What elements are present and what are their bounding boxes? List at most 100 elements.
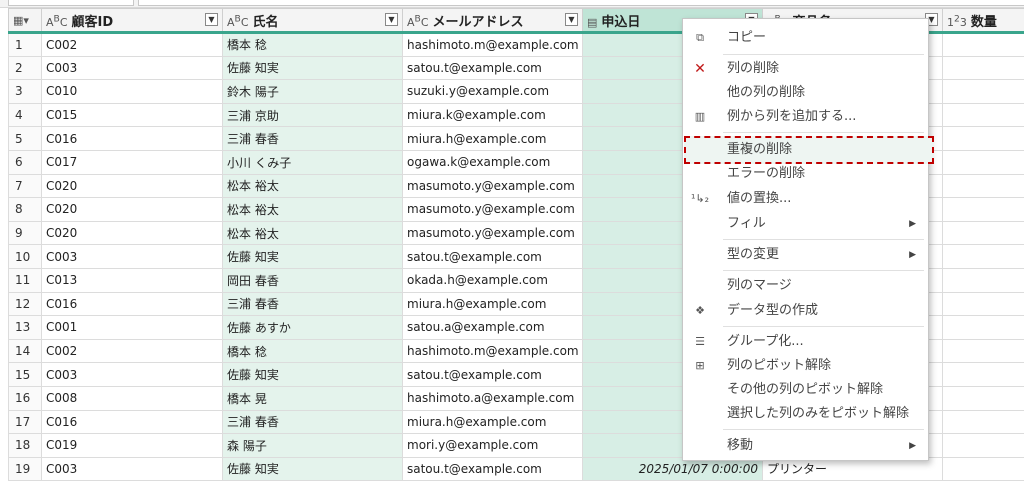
cell-name[interactable]: 佐藤 知実 bbox=[223, 457, 403, 481]
cell-customer-id[interactable]: C010 bbox=[42, 80, 223, 104]
cell-quantity[interactable] bbox=[943, 221, 1024, 245]
menu-item-remove-other-columns[interactable]: 他の列の削除 bbox=[683, 81, 928, 105]
cell-name[interactable]: 小川 くみ子 bbox=[223, 150, 403, 174]
menu-item-unpivot-other-columns[interactable]: その他の列のピボット解除 bbox=[683, 378, 928, 402]
row-number[interactable]: 9 bbox=[9, 221, 42, 245]
cell-customer-id[interactable]: C002 bbox=[42, 339, 223, 363]
cell-name[interactable]: 鈴木 陽子 bbox=[223, 80, 403, 104]
text-type-icon[interactable]: ABC bbox=[227, 16, 249, 29]
cell-quantity[interactable] bbox=[943, 292, 1024, 316]
row-number[interactable]: 6 bbox=[9, 150, 42, 174]
cell-quantity[interactable] bbox=[943, 316, 1024, 340]
cell-name[interactable]: 岡田 春香 bbox=[223, 268, 403, 292]
cell-name[interactable]: 三浦 京助 bbox=[223, 103, 403, 127]
cell-name[interactable]: 佐藤 あすか bbox=[223, 316, 403, 340]
cell-name[interactable]: 佐藤 知実 bbox=[223, 363, 403, 387]
cell-email[interactable]: hashimoto.m@example.com bbox=[403, 339, 583, 363]
menu-item-remove-errors[interactable]: エラーの削除 bbox=[683, 162, 928, 186]
menu-item-add-column-from-examples[interactable]: ▥例から列を追加する... bbox=[683, 105, 928, 129]
row-number[interactable]: 17 bbox=[9, 410, 42, 434]
cell-email[interactable]: satou.t@example.com bbox=[403, 363, 583, 387]
row-number[interactable]: 14 bbox=[9, 339, 42, 363]
cell-quantity[interactable] bbox=[943, 434, 1024, 458]
menu-item-merge-columns[interactable]: 列のマージ bbox=[683, 274, 928, 298]
table-corner-menu[interactable]: ▦▾ bbox=[9, 9, 42, 33]
cell-quantity[interactable] bbox=[943, 245, 1024, 269]
cell-customer-id[interactable]: C015 bbox=[42, 103, 223, 127]
cell-email[interactable]: okada.h@example.com bbox=[403, 268, 583, 292]
cell-quantity[interactable] bbox=[943, 410, 1024, 434]
cell-quantity[interactable] bbox=[943, 268, 1024, 292]
cell-name[interactable]: 橋本 稔 bbox=[223, 33, 403, 57]
menu-item-delete-column[interactable]: ✕列の削除 bbox=[683, 57, 928, 81]
cell-quantity[interactable] bbox=[943, 103, 1024, 127]
cell-quantity[interactable] bbox=[943, 457, 1024, 481]
column-header-email[interactable]: ABCメールアドレス▼ bbox=[403, 9, 583, 33]
filter-dropdown-icon[interactable]: ▼ bbox=[565, 13, 578, 26]
cell-email[interactable]: suzuki.y@example.com bbox=[403, 80, 583, 104]
row-number[interactable]: 1 bbox=[9, 33, 42, 57]
cell-quantity[interactable] bbox=[943, 339, 1024, 363]
row-number[interactable]: 5 bbox=[9, 127, 42, 151]
row-number[interactable]: 18 bbox=[9, 434, 42, 458]
cell-name[interactable]: 三浦 春香 bbox=[223, 410, 403, 434]
cell-customer-id[interactable]: C016 bbox=[42, 292, 223, 316]
cell-email[interactable]: masumoto.y@example.com bbox=[403, 174, 583, 198]
row-number[interactable]: 15 bbox=[9, 363, 42, 387]
menu-item-replace-values[interactable]: ¹↳₂値の置換... bbox=[683, 187, 928, 211]
cell-quantity[interactable] bbox=[943, 56, 1024, 80]
cell-email[interactable]: hashimoto.a@example.com bbox=[403, 386, 583, 410]
row-number[interactable]: 12 bbox=[9, 292, 42, 316]
text-type-icon[interactable]: ABC bbox=[46, 16, 68, 29]
menu-item-unpivot-columns[interactable]: ⊞列のピボット解除 bbox=[683, 354, 928, 378]
menu-item-copy[interactable]: ⧉コピー bbox=[683, 26, 928, 50]
cell-email[interactable]: satou.t@example.com bbox=[403, 457, 583, 481]
cell-customer-id[interactable]: C003 bbox=[42, 457, 223, 481]
row-number[interactable]: 13 bbox=[9, 316, 42, 340]
row-number[interactable]: 11 bbox=[9, 268, 42, 292]
cell-name[interactable]: 佐藤 知実 bbox=[223, 245, 403, 269]
cell-quantity[interactable] bbox=[943, 363, 1024, 387]
cell-quantity[interactable] bbox=[943, 127, 1024, 151]
row-number[interactable]: 3 bbox=[9, 80, 42, 104]
cell-name[interactable]: 三浦 春香 bbox=[223, 292, 403, 316]
number-type-icon[interactable]: 123 bbox=[947, 16, 967, 29]
cell-email[interactable]: masumoto.y@example.com bbox=[403, 221, 583, 245]
row-number[interactable]: 19 bbox=[9, 457, 42, 481]
cell-email[interactable]: miura.h@example.com bbox=[403, 127, 583, 151]
row-number[interactable]: 4 bbox=[9, 103, 42, 127]
cell-customer-id[interactable]: C008 bbox=[42, 386, 223, 410]
cell-quantity[interactable] bbox=[943, 80, 1024, 104]
cell-customer-id[interactable]: C016 bbox=[42, 410, 223, 434]
cell-customer-id[interactable]: C003 bbox=[42, 56, 223, 80]
filter-dropdown-icon[interactable]: ▼ bbox=[205, 13, 218, 26]
cell-name[interactable]: 松本 裕太 bbox=[223, 221, 403, 245]
row-number[interactable]: 10 bbox=[9, 245, 42, 269]
cell-quantity[interactable] bbox=[943, 174, 1024, 198]
menu-item-change-type[interactable]: 型の変更▶ bbox=[683, 243, 928, 267]
row-number[interactable]: 16 bbox=[9, 386, 42, 410]
cell-name[interactable]: 橋本 稔 bbox=[223, 339, 403, 363]
cell-customer-id[interactable]: C017 bbox=[42, 150, 223, 174]
cell-customer-id[interactable]: C002 bbox=[42, 33, 223, 57]
menu-item-group-by[interactable]: ☰グループ化... bbox=[683, 330, 928, 354]
row-number[interactable]: 7 bbox=[9, 174, 42, 198]
cell-email[interactable]: miura.h@example.com bbox=[403, 410, 583, 434]
cell-name[interactable]: 三浦 春香 bbox=[223, 127, 403, 151]
cell-quantity[interactable] bbox=[943, 198, 1024, 222]
cell-email[interactable]: miura.h@example.com bbox=[403, 292, 583, 316]
text-type-icon[interactable]: ABC bbox=[407, 16, 429, 29]
cell-email[interactable]: satou.t@example.com bbox=[403, 56, 583, 80]
cell-email[interactable]: satou.t@example.com bbox=[403, 245, 583, 269]
cell-customer-id[interactable]: C020 bbox=[42, 221, 223, 245]
cell-name[interactable]: 松本 裕太 bbox=[223, 198, 403, 222]
cell-name[interactable]: 佐藤 知実 bbox=[223, 56, 403, 80]
cell-customer-id[interactable]: C020 bbox=[42, 174, 223, 198]
column-header-customer-id[interactable]: ABC顧客ID▼ bbox=[42, 9, 223, 33]
cell-quantity[interactable] bbox=[943, 150, 1024, 174]
cell-email[interactable]: masumoto.y@example.com bbox=[403, 198, 583, 222]
menu-item-unpivot-selected-only[interactable]: 選択した列のみをピボット解除 bbox=[683, 402, 928, 426]
cell-customer-id[interactable]: C003 bbox=[42, 363, 223, 387]
cell-customer-id[interactable]: C020 bbox=[42, 198, 223, 222]
cell-email[interactable]: miura.k@example.com bbox=[403, 103, 583, 127]
